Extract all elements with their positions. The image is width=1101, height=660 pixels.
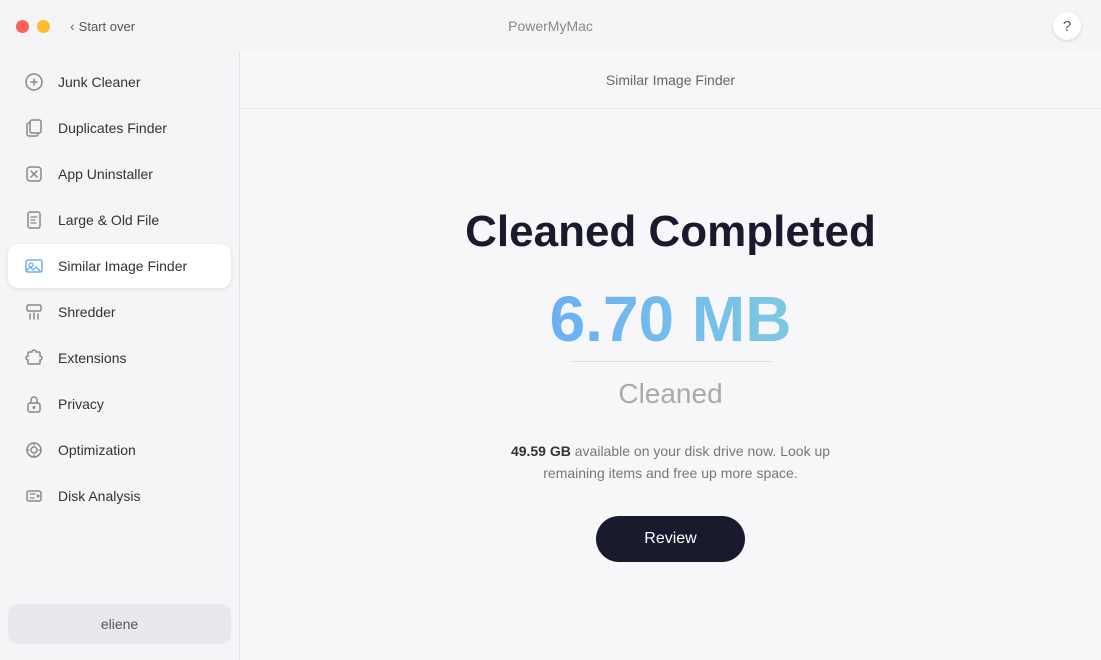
start-over-label: Start over [79, 19, 135, 34]
cleaned-label: Cleaned [618, 378, 722, 410]
shredder-icon [22, 300, 46, 324]
sidebar-label-optimization: Optimization [58, 442, 136, 458]
large-old-file-icon [22, 208, 46, 232]
sidebar-label-app-uninstaller: App Uninstaller [58, 166, 153, 182]
divider [571, 361, 771, 362]
sidebar-items: Junk Cleaner Duplicates Finder App Uninsta… [0, 60, 239, 596]
sidebar-item-junk-cleaner[interactable]: Junk Cleaner [8, 60, 231, 104]
disk-message: available on your disk drive now. Look u… [543, 443, 830, 481]
app-uninstaller-icon [22, 162, 46, 186]
cleaned-size: 6.70 MB [550, 287, 792, 351]
app-title: PowerMyMac [508, 18, 593, 34]
sidebar-label-junk-cleaner: Junk Cleaner [58, 74, 141, 90]
sidebar-item-privacy[interactable]: Privacy [8, 382, 231, 426]
disk-size: 49.59 GB [511, 443, 571, 459]
privacy-icon [22, 392, 46, 416]
titlebar: ‹ Start over PowerMyMac ? [0, 0, 1101, 52]
sidebar-item-shredder[interactable]: Shredder [8, 290, 231, 334]
start-over-button[interactable]: ‹ Start over [70, 18, 135, 34]
optimization-icon [22, 438, 46, 462]
chevron-left-icon: ‹ [70, 18, 75, 34]
sidebar-footer-user[interactable]: eliene [8, 604, 231, 644]
sidebar-label-disk-analysis: Disk Analysis [58, 488, 140, 504]
content-area: Similar Image Finder Cleaned Completed 6… [240, 52, 1101, 660]
sidebar-item-large-old-file[interactable]: Large & Old File [8, 198, 231, 242]
sidebar-label-shredder: Shredder [58, 304, 116, 320]
content-body: Cleaned Completed 6.70 MB Cleaned 49.59 … [240, 109, 1101, 660]
sidebar-label-similar-image-finder: Similar Image Finder [58, 258, 187, 274]
help-button[interactable]: ? [1053, 12, 1081, 40]
traffic-lights [16, 20, 50, 33]
sidebar-label-large-old-file: Large & Old File [58, 212, 159, 228]
close-button[interactable] [16, 20, 29, 33]
sidebar-item-extensions[interactable]: Extensions [8, 336, 231, 380]
similar-image-finder-icon [22, 254, 46, 278]
sidebar-label-extensions: Extensions [58, 350, 126, 366]
review-button[interactable]: Review [596, 516, 744, 562]
sidebar-label-privacy: Privacy [58, 396, 104, 412]
disk-info: 49.59 GB available on your disk drive no… [501, 440, 841, 485]
sidebar-item-duplicates-finder[interactable]: Duplicates Finder [8, 106, 231, 150]
sidebar-item-optimization[interactable]: Optimization [8, 428, 231, 472]
junk-cleaner-icon [22, 70, 46, 94]
disk-analysis-icon [22, 484, 46, 508]
sidebar-label-duplicates-finder: Duplicates Finder [58, 120, 167, 136]
content-header: Similar Image Finder [240, 52, 1101, 109]
duplicates-finder-icon [22, 116, 46, 140]
cleaned-title: Cleaned Completed [465, 207, 876, 257]
sidebar: Junk Cleaner Duplicates Finder App Uninsta… [0, 52, 240, 660]
sidebar-item-app-uninstaller[interactable]: App Uninstaller [8, 152, 231, 196]
sidebar-item-similar-image-finder[interactable]: Similar Image Finder [8, 244, 231, 288]
sidebar-item-disk-analysis[interactable]: Disk Analysis [8, 474, 231, 518]
main-layout: Junk Cleaner Duplicates Finder App Uninsta… [0, 52, 1101, 660]
minimize-button[interactable] [37, 20, 50, 33]
extensions-icon [22, 346, 46, 370]
